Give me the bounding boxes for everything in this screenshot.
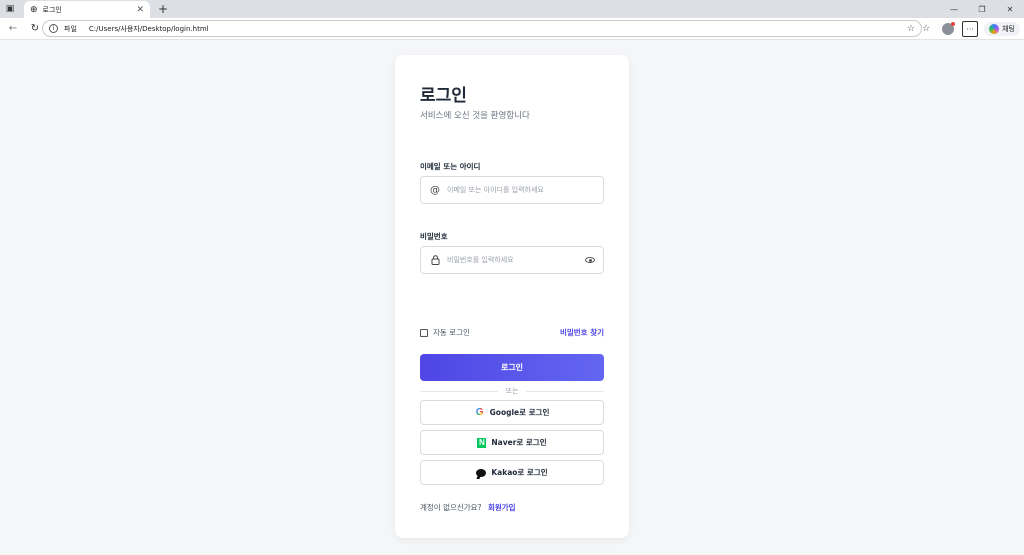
google-login-button[interactable]: G Google로 로그인: [420, 400, 604, 425]
google-login-label: Google로 로그인: [489, 408, 550, 417]
divider: 또는: [420, 386, 605, 396]
info-icon[interactable]: i: [49, 24, 58, 33]
globe-icon: ⊕: [30, 4, 38, 15]
tab-title: 로그인: [42, 5, 62, 14]
copilot-label: 채팅: [1002, 25, 1015, 33]
signup-link[interactable]: 회원가입: [488, 503, 516, 512]
kakao-login-label: Kakao로 로그인: [491, 468, 548, 477]
address-url: C:/Users/사용자/Desktop/login.html: [88, 24, 209, 33]
google-icon: G: [475, 407, 484, 418]
kakao-login-button[interactable]: Kakao로 로그인: [420, 460, 604, 485]
tab-actions-icon[interactable]: ▣: [0, 0, 20, 18]
tab-bar: ▣ ⊕ 로그인 ✕ + — ❐ ✕: [0, 0, 1024, 18]
password-field[interactable]: [420, 246, 604, 274]
browser-tab[interactable]: ⊕ 로그인 ✕: [24, 1, 150, 18]
naver-login-button[interactable]: N Naver로 로그인: [420, 430, 604, 455]
signup-prompt: 계정이 없으신가요? 회원가입: [420, 502, 516, 513]
copilot-button[interactable]: 채팅: [984, 22, 1020, 36]
restore-icon[interactable]: ❐: [968, 0, 996, 18]
close-window-icon[interactable]: ✕: [996, 0, 1024, 18]
more-menu-icon[interactable]: ···: [962, 21, 979, 37]
email-input[interactable]: [447, 186, 587, 194]
window-controls: — ❐ ✕: [940, 0, 1024, 18]
toolbar-actions: ☆ ··· 채팅: [918, 20, 1020, 38]
minimize-icon[interactable]: —: [940, 0, 968, 18]
login-button[interactable]: 로그인: [420, 354, 604, 381]
kakao-chat-icon: [476, 468, 487, 477]
email-field[interactable]: @: [420, 176, 604, 204]
back-icon[interactable]: ←: [4, 20, 22, 38]
profile-avatar[interactable]: [940, 21, 956, 37]
browser-toolbar: ← ↻ i 파일 C:/Users/사용자/Desktop/login.html…: [0, 18, 1024, 40]
address-bar[interactable]: i 파일 C:/Users/사용자/Desktop/login.html ☆: [42, 20, 922, 37]
lock-icon: [429, 255, 441, 265]
page-content: 로그인 서비스에 오신 것을 환영합니다 이메일 또는 아이디 @ 비밀번호 자…: [0, 41, 1024, 555]
address-label: 파일: [64, 24, 77, 33]
forgot-password-link[interactable]: 비밀번호 찾기: [560, 327, 604, 338]
copilot-icon: [989, 24, 1000, 34]
close-tab-icon[interactable]: ✕: [136, 5, 144, 15]
remember-label: 자동 로그인: [433, 328, 470, 337]
remember-checkbox[interactable]: [420, 328, 428, 337]
page-title: 로그인: [420, 86, 467, 106]
email-label: 이메일 또는 아이디: [420, 162, 481, 171]
show-password-eye-icon[interactable]: [585, 257, 595, 263]
favorites-icon[interactable]: ☆: [918, 21, 934, 37]
remember-me[interactable]: 자동 로그인: [420, 327, 470, 338]
login-card: 로그인 서비스에 오신 것을 환영합니다 이메일 또는 아이디 @ 비밀번호 자…: [395, 55, 629, 538]
new-tab-button[interactable]: +: [154, 0, 172, 18]
naver-icon: N: [477, 437, 487, 448]
naver-login-label: Naver로 로그인: [491, 438, 547, 447]
password-label: 비밀번호: [420, 232, 448, 241]
signup-prompt-text: 계정이 없으신가요?: [420, 503, 482, 512]
divider-line-right: [526, 390, 605, 392]
divider-line-left: [420, 390, 498, 392]
page-subtitle: 서비스에 오신 것을 환영합니다: [420, 111, 530, 121]
divider-text: 또는: [505, 387, 519, 395]
at-icon: @: [430, 184, 440, 196]
favorite-star-icon[interactable]: ☆: [907, 24, 915, 34]
password-input[interactable]: [447, 256, 587, 264]
